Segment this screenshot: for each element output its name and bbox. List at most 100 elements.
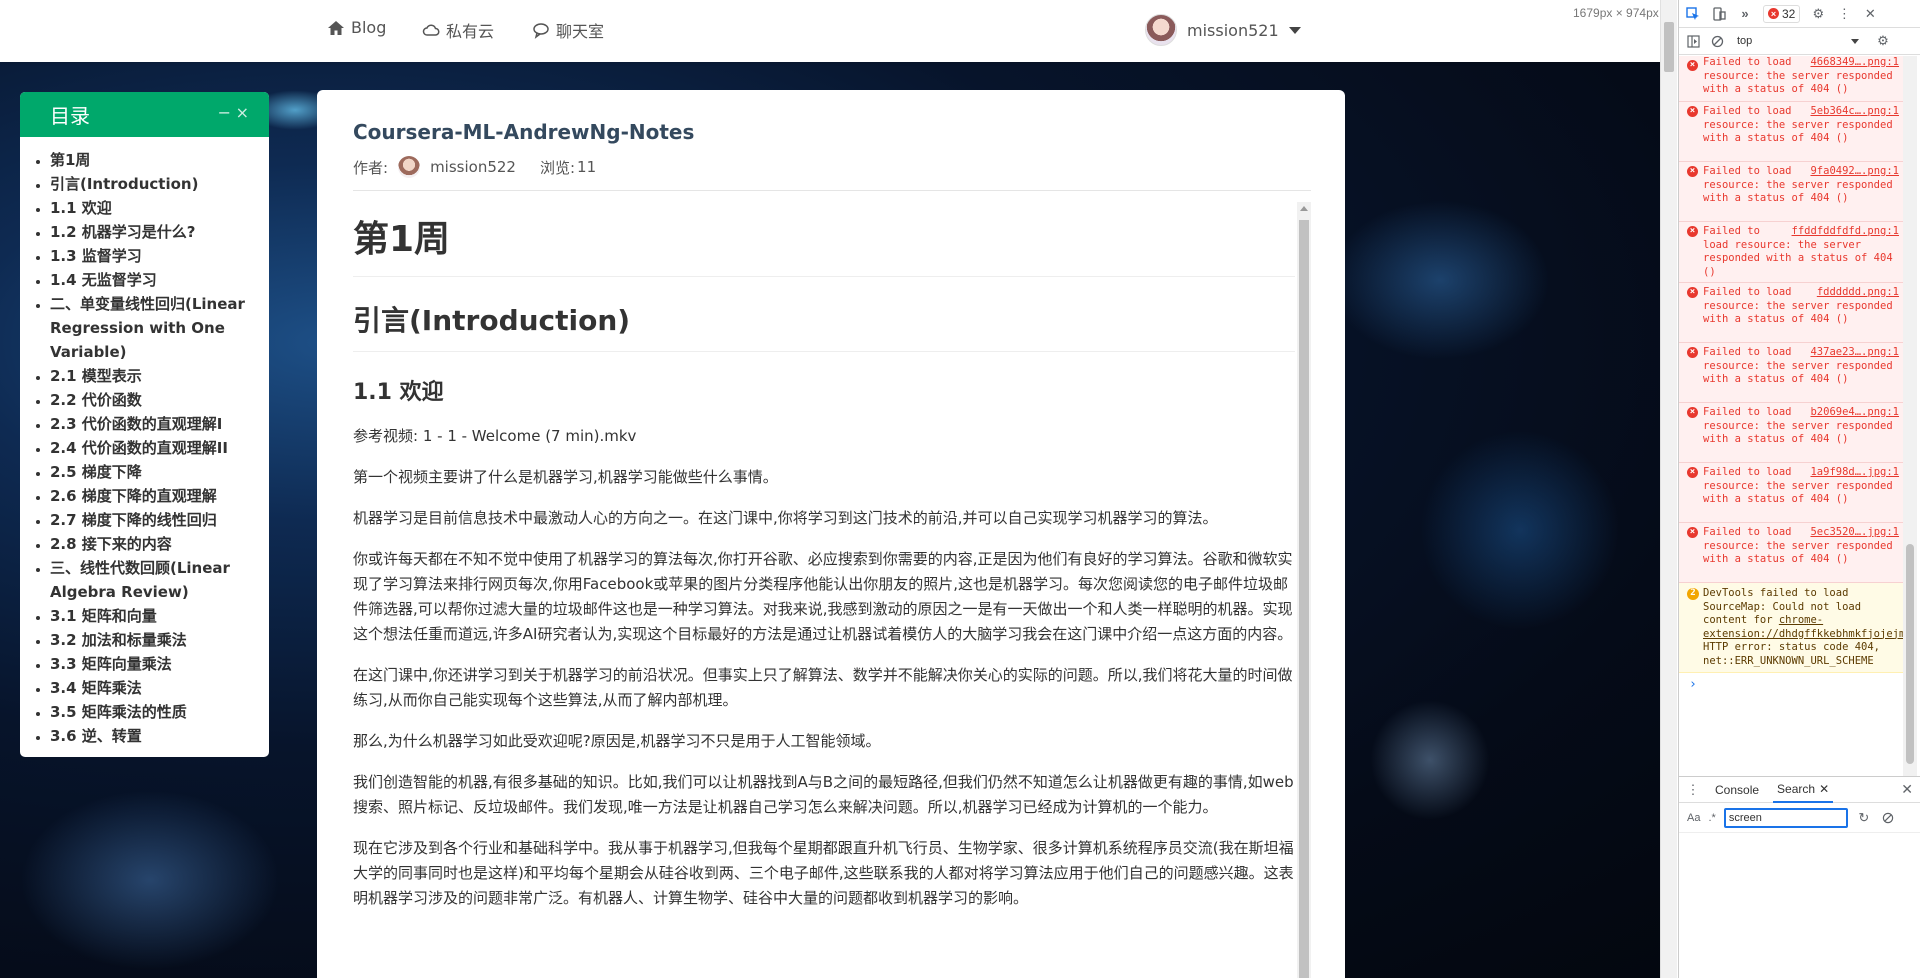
chevron-down-icon (1288, 26, 1301, 34)
background-light (1370, 700, 1490, 820)
toc-item[interactable]: 2.4 代价函数的直观理解II (50, 436, 259, 460)
devtools-toolbar: » × 32 ⚙ ⋮ ✕ (1679, 0, 1920, 28)
nav-chat-link[interactable]: 聊天室 (532, 18, 604, 42)
home-icon (328, 20, 344, 35)
viewport-size-overlay: 1679px × 974px (1573, 6, 1659, 20)
error-source-link[interactable]: 5eb364c….png:1 (1810, 105, 1899, 119)
avatar (1145, 14, 1177, 46)
toc-panel: 目录 − × 第1周 引言(Introduction) 1.1 欢迎 1.2 机… (20, 92, 269, 757)
nav-blog-link[interactable]: Blog (327, 18, 386, 37)
toc-item[interactable]: 1.3 监督学习 (50, 244, 259, 268)
toc-item[interactable]: 2.7 梯度下降的线性回归 (50, 508, 259, 532)
page-scrollbar[interactable] (1660, 0, 1677, 978)
device-toolbar-icon[interactable] (1711, 6, 1727, 22)
devtools-drawer: ⋮ Console Search ✕ ✕ Aa .* ↻ (1679, 776, 1920, 978)
chevron-down-icon (1851, 38, 1859, 44)
error-icon: × (1687, 527, 1698, 538)
console-error: × b2069e4….png:1 Failed to load resource… (1679, 403, 1903, 463)
heading-welcome: 1.1 欢迎 (353, 380, 444, 405)
author-name[interactable]: mission522 (430, 158, 516, 176)
toc-item[interactable]: 3.1 矩阵和向量 (50, 604, 259, 628)
paragraph: 在这门课中,你还讲学习到关于机器学习的前沿状况。但事实上只了解算法、数学并不能解… (353, 666, 1293, 709)
console-error: × fdddddd.png:1 Failed to load resource:… (1679, 283, 1903, 343)
error-source-link[interactable]: 9fa0492….png:1 (1810, 165, 1899, 179)
author-avatar (398, 156, 421, 178)
toc-item[interactable]: 二、单变量线性回归(Linear Regression with One Var… (50, 292, 259, 364)
nav-chat-label: 聊天室 (556, 22, 605, 41)
tab-console[interactable]: Console (1711, 777, 1763, 803)
clear-search-icon[interactable] (1880, 810, 1896, 826)
content-scrollbar[interactable] (1297, 202, 1311, 978)
error-source-link[interactable]: 437ae23….png:1 (1810, 346, 1899, 360)
paragraph: 现在它涉及到各个行业和基础科学中。我从事于机器学习,但我每个星期都跟直升机飞行员… (353, 839, 1294, 907)
toc-close-button[interactable]: × (236, 103, 249, 122)
gear-icon[interactable]: ⚙ (1875, 33, 1891, 49)
background-light (1420, 430, 1620, 630)
kebab-menu-icon[interactable]: ⋮ (1685, 782, 1701, 798)
error-icon: × (1687, 226, 1698, 237)
page-scroll-thumb[interactable] (1664, 22, 1674, 72)
toc-item[interactable]: 3.6 逆、转置 (50, 724, 259, 748)
close-icon[interactable]: ✕ (1819, 782, 1829, 796)
close-icon[interactable]: ✕ (1862, 6, 1878, 22)
paragraph: 那么,为什么机器学习如此受欢迎呢?原因是,机器学习不只是用于人工智能领域。 (353, 732, 881, 750)
toc-item[interactable]: 1.2 机器学习是什么? (50, 220, 259, 244)
error-source-link[interactable]: 4668349….png:1 (1810, 56, 1899, 70)
regex-button[interactable]: .* (1708, 812, 1715, 824)
console-warning: 2 DevTools failed to load SourceMap: Cou… (1679, 583, 1903, 673)
toc-item[interactable]: 第1周 (50, 148, 259, 172)
toc-item[interactable]: 2.2 代价函数 (50, 388, 259, 412)
sidebar-toggle-icon[interactable] (1685, 33, 1701, 49)
error-source-link[interactable]: ffddfddfdfd.png:1 (1792, 225, 1899, 239)
user-menu[interactable]: mission521 (1145, 14, 1301, 46)
context-selector[interactable]: top (1733, 32, 1863, 50)
toc-item[interactable]: 3.2 加法和标量乘法 (50, 628, 259, 652)
nav-cloud-link[interactable]: 私有云 (422, 18, 494, 42)
toc-item[interactable]: 1.4 无监督学习 (50, 268, 259, 292)
toc-item[interactable]: 2.6 梯度下降的直观理解 (50, 484, 259, 508)
error-source-link[interactable]: b2069e4….png:1 (1810, 406, 1899, 420)
close-icon[interactable]: ✕ (1901, 781, 1913, 798)
heading-introduction: 引言(Introduction) (353, 291, 1295, 352)
error-icon: × (1687, 467, 1698, 478)
scroll-up-arrow-icon[interactable] (1300, 206, 1308, 211)
author-label: 作者: (353, 158, 389, 177)
article-title: Coursera-ML-AndrewNg-Notes (353, 120, 695, 144)
toc-item[interactable]: 三、线性代数回顾(Linear Algebra Review) (50, 556, 259, 604)
refresh-icon[interactable]: ↻ (1856, 810, 1872, 826)
toc-item[interactable]: 1.1 欢迎 (50, 196, 259, 220)
toc-item[interactable]: 2.5 梯度下降 (50, 460, 259, 484)
error-count-badge[interactable]: × 32 (1763, 4, 1801, 23)
error-source-link[interactable]: fdddddd.png:1 (1817, 286, 1899, 300)
toc-item[interactable]: 3.4 矩阵乘法 (50, 676, 259, 700)
error-source-link[interactable]: 1a9f98d….jpg:1 (1810, 466, 1899, 480)
gear-icon[interactable]: ⚙ (1810, 6, 1826, 22)
console-scroll-thumb[interactable] (1906, 544, 1914, 764)
article-card: Coursera-ML-AndrewNg-Notes 作者: mission52… (317, 90, 1345, 978)
toc-item[interactable]: 3.3 矩阵向量乘法 (50, 652, 259, 676)
error-icon: × (1768, 8, 1779, 19)
search-input[interactable] (1723, 807, 1848, 828)
toc-item[interactable]: 引言(Introduction) (50, 172, 259, 196)
clear-console-icon[interactable] (1709, 33, 1725, 49)
toc-minimize-button[interactable]: − (218, 103, 231, 122)
toc-item[interactable]: 3.5 矩阵乘法的性质 (50, 700, 259, 724)
nav-blog-label: Blog (351, 18, 387, 37)
console-toolbar: top ⚙ (1679, 28, 1920, 55)
toc-item[interactable]: 2.8 接下来的内容 (50, 532, 259, 556)
error-source-link[interactable]: 5ec3520….jpg:1 (1810, 526, 1899, 540)
toc-item[interactable]: 2.3 代价函数的直观理解I (50, 412, 259, 436)
error-icon: × (1687, 287, 1698, 298)
inspect-element-icon[interactable] (1685, 6, 1701, 22)
scroll-thumb[interactable] (1299, 220, 1309, 978)
console-error: × 5eb364c….png:1 Failed to load resource… (1679, 102, 1903, 162)
tab-search[interactable]: Search ✕ (1773, 777, 1834, 803)
tab-search-label: Search (1777, 781, 1816, 796)
match-case-button[interactable]: Aa (1687, 812, 1700, 824)
console-prompt[interactable]: › (1679, 673, 1903, 692)
kebab-menu-icon[interactable]: ⋮ (1836, 6, 1852, 22)
toc-item[interactable]: 2.1 模型表示 (50, 364, 259, 388)
username-label: mission521 (1187, 20, 1279, 40)
more-tabs-icon[interactable]: » (1737, 6, 1753, 22)
console-scrollbar[interactable] (1903, 56, 1917, 776)
